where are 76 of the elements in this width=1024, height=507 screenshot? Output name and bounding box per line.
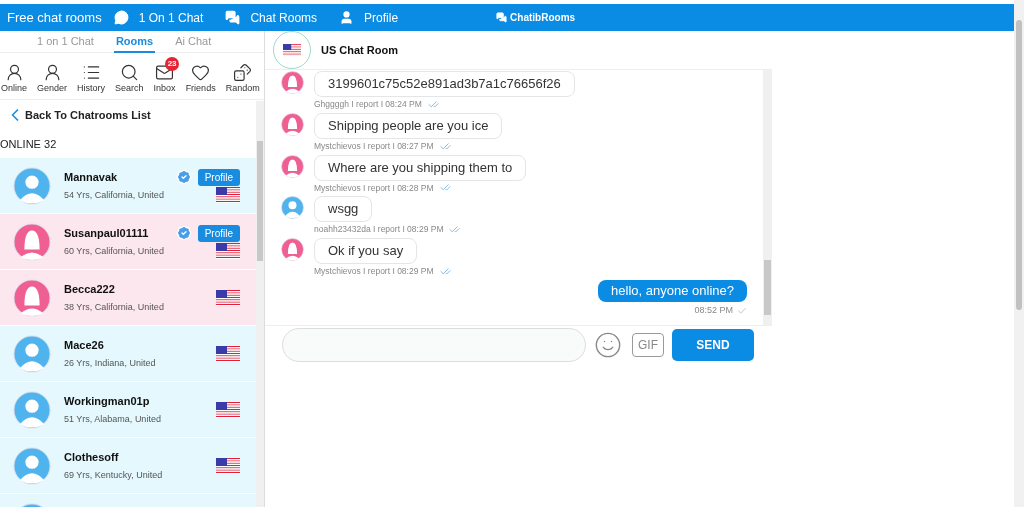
profile-button[interactable]: Profile (197, 168, 240, 186)
emoji-icon[interactable] (594, 330, 622, 359)
user-row[interactable]: Clothesoff 69 Yrs, Kentucky, United (0, 438, 256, 493)
dice-icon (233, 63, 253, 83)
toolbar-button[interactable]: History (72, 56, 111, 96)
profile-button[interactable]: Profile (197, 224, 240, 242)
gif-button[interactable]: GIF (632, 332, 664, 357)
flag-icon (216, 186, 240, 203)
scrollbar[interactable] (256, 101, 264, 507)
message-time: 08:52 PM (694, 303, 733, 317)
check-icon (737, 305, 747, 316)
room-title: US Chat Room (321, 42, 398, 58)
message-bubble: Where are you shipping them to (314, 154, 527, 181)
user-name: Susanpaul01111 (64, 226, 150, 241)
user-name: Mannavak (64, 170, 119, 185)
scrollbar[interactable] (763, 70, 772, 325)
message-meta: Mystchievos I report I 08:27 PM (314, 139, 434, 153)
site-title: Free chat rooms (7, 8, 102, 27)
user-name: Workingman01p (64, 394, 151, 409)
user-row[interactable]: Becca222 38 Yrs, California, United (0, 270, 256, 325)
user-name: Becca222 (64, 282, 116, 297)
brand-logo: ChatibRooms (496, 10, 576, 25)
chat-icon (496, 12, 508, 23)
double-check-icon (449, 224, 461, 236)
message-meta: Mystchievos I report I 08:29 PM (314, 265, 434, 278)
double-check-icon (439, 140, 451, 152)
message-bubble: wsgg (314, 196, 373, 223)
message-meta: Mystchievos I report I 08:28 PM (314, 181, 434, 195)
flag-icon (216, 290, 240, 306)
user-info: 26 Yrs, Indiana, United (64, 356, 157, 370)
user-row[interactable]: Workingman01p 51 Yrs, Alabama, United (0, 382, 256, 437)
message-input[interactable] (282, 327, 586, 362)
user-row[interactable]: Mannavak 54 Yrs, California, United Profile (0, 158, 256, 213)
user-info: 51 Yrs, Alabama, United (64, 412, 162, 426)
heart-icon (191, 63, 211, 83)
unread-badge: 23 (165, 57, 180, 72)
back-link[interactable]: Back To Chatrooms List (0, 100, 155, 130)
user-info: 60 Yrs, California, United (64, 244, 165, 258)
double-check-icon (427, 98, 439, 110)
speech-bubble-icon (113, 10, 129, 25)
user-row[interactable]: Mace26 26 Yrs, Indiana, United (0, 326, 256, 381)
online-count: ONLINE 32 (0, 136, 57, 152)
double-check-icon (439, 265, 451, 277)
flag-icon (283, 44, 301, 56)
user-name: Clothesoff (64, 450, 120, 465)
flag-icon (216, 458, 240, 474)
search-icon (119, 63, 139, 83)
user-row[interactable]: Susanpaul01111 60 Yrs, California, United Profile (0, 214, 256, 269)
toolbar-button[interactable]: Friends (180, 56, 221, 96)
user-info: 69 Yrs, Kentucky, United (64, 468, 164, 482)
message-bubble: Ok if you say (314, 238, 418, 264)
message-bubble: 3199601c75c52e891ad3b7a1c76656f26 (314, 71, 575, 97)
message-bubble: Shipping people are you ice (314, 112, 503, 139)
own-message: hello, anyone online? (598, 279, 747, 302)
flag-icon (216, 402, 240, 418)
nav-link[interactable]: Profile (339, 8, 399, 27)
toolbar-button[interactable]: Online (0, 56, 32, 96)
flag-icon (216, 346, 240, 362)
tab[interactable]: Rooms (113, 31, 156, 53)
toolbar-button[interactable]: Gender (32, 56, 73, 96)
message-meta: Ghggggh I report I 08:24 PM (314, 98, 422, 111)
user-info: 38 Yrs, California, United (64, 300, 165, 314)
double-check-icon (439, 182, 451, 194)
flag-icon (216, 242, 240, 259)
toolbar-button[interactable]: 23 Inbox (148, 56, 181, 96)
nav-link[interactable]: Chat Rooms (225, 8, 318, 27)
speech-bubble-icon (225, 10, 241, 25)
toolbar-button[interactable]: Random (220, 56, 264, 96)
user-info: 54 Yrs, California, United (64, 188, 165, 202)
nav-link[interactable]: 1 On 1 Chat (113, 8, 204, 27)
user-icon (339, 10, 355, 25)
page-scrollbar[interactable] (1014, 0, 1024, 507)
toolbar-button[interactable]: Search (110, 56, 149, 96)
message-meta: noahh23432da I report I 08:29 PM (314, 223, 444, 236)
send-button[interactable]: SEND (672, 328, 754, 361)
user-name: Mace26 (64, 338, 105, 353)
